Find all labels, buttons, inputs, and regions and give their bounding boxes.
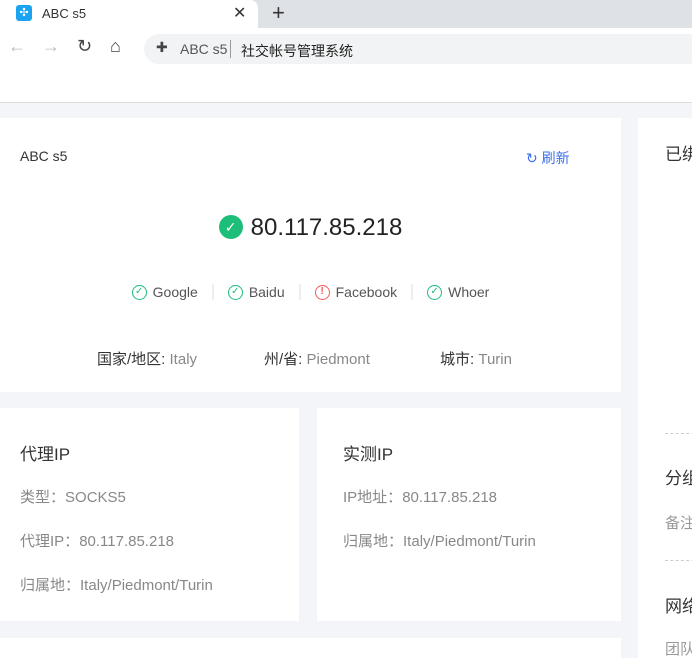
address-bar[interactable]: ✚ ABC s5 社交帐号管理系统 xyxy=(144,34,692,64)
check-circle-icon: ✓ xyxy=(131,284,147,300)
network-title: 网络 xyxy=(665,597,692,616)
value: SOCKS5 xyxy=(65,489,126,506)
tab-title: ABC s5 xyxy=(42,6,87,21)
city-value: Turin xyxy=(478,351,512,368)
refresh-icon: ↻ xyxy=(526,150,538,166)
side-info-card: 已绑 分组 备注 网络 团队 xyxy=(638,118,692,658)
section-title: 实测IP xyxy=(343,445,394,464)
test-facebook: ! Facebook xyxy=(301,284,414,300)
proxy-ip: 代理IP：80.117.85.218 xyxy=(20,530,174,551)
ip-address: 80.117.85.218 xyxy=(250,214,403,241)
section-title: 代理IP xyxy=(20,445,71,464)
page-header xyxy=(0,70,692,103)
city: 城市: Turin xyxy=(440,348,512,369)
card-title: ABC s5 xyxy=(20,148,68,164)
divider xyxy=(665,560,692,561)
divider xyxy=(230,40,231,58)
ip-display: ✓ 80.117.85.218 xyxy=(0,214,621,242)
test-label: Baidu xyxy=(248,284,285,300)
refresh-label: 刷新 xyxy=(541,150,570,166)
test-whoer: ✓ Whoer xyxy=(413,284,503,300)
value: Italy/Piedmont/Turin xyxy=(403,533,536,550)
state: 州/省: Piedmont xyxy=(264,348,370,369)
browser-tab[interactable]: ✣ ABC s5 ✕ xyxy=(0,0,258,28)
label: 归属地： xyxy=(343,533,404,550)
group-title: 分组 xyxy=(665,469,692,488)
close-tab-icon[interactable]: ✕ xyxy=(233,3,246,23)
bottom-card xyxy=(0,638,621,658)
test-label: Whoer xyxy=(448,284,490,300)
check-circle-icon: ✓ xyxy=(227,284,243,300)
warning-circle-icon: ! xyxy=(314,284,330,300)
team-label: 团队 xyxy=(665,641,692,658)
refresh-button[interactable]: ↻ 刷新 xyxy=(526,148,570,168)
forward-icon[interactable]: → xyxy=(42,36,60,57)
country-label: 国家/地区: xyxy=(97,351,166,368)
proxy-ip-card: 代理IP 类型：SOCKS5 代理IP：80.117.85.218 归属地：It… xyxy=(0,408,299,621)
test-google: ✓ Google xyxy=(118,284,214,300)
check-circle-icon: ✓ xyxy=(427,284,443,300)
state-label: 州/省: xyxy=(264,351,303,368)
test-baidu: ✓ Baidu xyxy=(214,284,301,300)
check-circle-icon: ✓ xyxy=(218,215,243,239)
ip-status-card: ABC s5 ↻ 刷新 ✓ 80.117.85.218 ✓ Google ✓ Baid… xyxy=(0,118,621,392)
connectivity-tests: ✓ Google ✓ Baidu ! Facebook ✓ Whoer xyxy=(0,284,621,300)
label: IP地址： xyxy=(343,489,403,506)
measured-ip-card: 实测IP IP地址：80.117.85.218 归属地：Italy/Piedmo… xyxy=(317,408,621,621)
browser-toolbar: ← → ↻ ⌂ ✚ ABC s5 社交帐号管理系统 xyxy=(0,28,692,70)
omnibox-site: ABC s5 xyxy=(180,41,228,57)
label: 归属地： xyxy=(20,577,81,594)
country-value: Italy xyxy=(169,351,198,368)
proxy-location: 归属地：Italy/Piedmont/Turin xyxy=(20,574,213,595)
proxy-type: 类型：SOCKS5 xyxy=(20,486,126,507)
bound-title: 已绑 xyxy=(665,145,692,164)
reload-icon[interactable]: ↻ xyxy=(77,36,92,57)
new-tab-button[interactable]: + xyxy=(272,0,285,26)
app-favicon-icon: ✣ xyxy=(16,5,32,21)
value: 80.117.85.218 xyxy=(79,533,174,550)
test-label: Google xyxy=(152,284,198,300)
extension-icon: ✚ xyxy=(156,39,168,55)
tab-strip: ✣ ABC s5 ✕ + xyxy=(0,0,692,28)
label: 类型： xyxy=(20,489,66,506)
value: Italy/Piedmont/Turin xyxy=(80,577,213,594)
test-label: Facebook xyxy=(335,284,398,300)
country: 国家/地区: Italy xyxy=(97,348,197,369)
divider xyxy=(665,433,692,434)
measured-location: 归属地：Italy/Piedmont/Turin xyxy=(343,530,536,551)
note-label: 备注 xyxy=(665,515,692,532)
label: 代理IP： xyxy=(20,533,80,550)
state-value: Piedmont xyxy=(306,351,370,368)
value: 80.117.85.218 xyxy=(402,489,497,506)
back-icon[interactable]: ← xyxy=(8,36,26,57)
measured-ip: IP地址：80.117.85.218 xyxy=(343,486,497,507)
home-icon[interactable]: ⌂ xyxy=(110,36,121,57)
city-label: 城市: xyxy=(440,351,475,368)
omnibox-page-title: 社交帐号管理系统 xyxy=(241,43,353,59)
